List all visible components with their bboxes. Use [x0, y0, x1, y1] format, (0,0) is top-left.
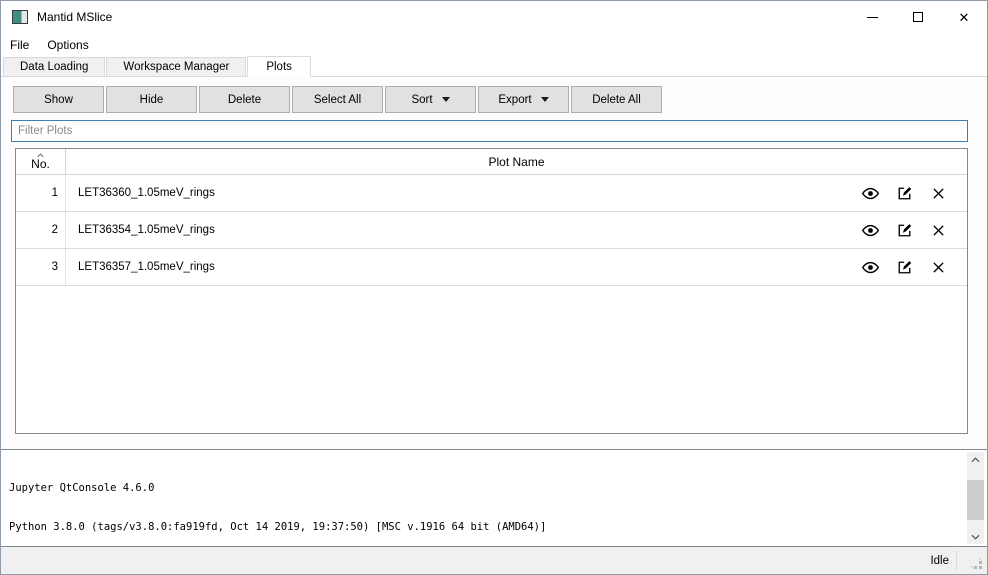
show-plot-button[interactable]: [862, 259, 879, 276]
chevron-up-icon: [971, 457, 980, 463]
close-button[interactable]: ✕: [941, 1, 987, 33]
close-icon: ✕: [959, 11, 970, 24]
ipython-console[interactable]: Jupyter QtConsole 4.6.0 Python 3.8.0 (ta…: [1, 449, 987, 547]
scrollbar-thumb[interactable]: [967, 480, 984, 520]
plots-toolbar: Show Hide Delete Select All Sort Export …: [13, 86, 662, 113]
rename-plot-button[interactable]: [896, 185, 913, 202]
close-icon: [932, 261, 945, 274]
menu-bar: File Options: [1, 33, 987, 56]
scroll-up-button[interactable]: [967, 452, 984, 467]
close-plot-button[interactable]: [930, 259, 947, 276]
hide-button[interactable]: Hide: [106, 86, 197, 113]
close-plot-button[interactable]: [930, 185, 947, 202]
status-bar: Idle: [1, 547, 987, 574]
edit-icon: [897, 260, 912, 275]
app-icon: [12, 10, 28, 24]
row-number: 2: [16, 212, 66, 248]
status-label: Idle: [930, 555, 949, 567]
chevron-down-icon: [442, 97, 450, 102]
delete-all-button[interactable]: Delete All: [571, 86, 662, 113]
show-plot-button[interactable]: [862, 185, 879, 202]
plot-name: LET36360_1.05meV_rings: [66, 187, 862, 199]
delete-button[interactable]: Delete: [199, 86, 290, 113]
row-number: 3: [16, 249, 66, 285]
console-scrollbar[interactable]: [967, 452, 984, 544]
menu-file[interactable]: File: [1, 35, 38, 55]
export-dropdown-button[interactable]: Export: [478, 86, 569, 113]
console-line: Python 3.8.0 (tags/v3.8.0:fa919fd, Oct 1…: [9, 521, 963, 534]
menu-options[interactable]: Options: [38, 35, 97, 55]
row-number: 1: [16, 175, 66, 211]
column-header-no[interactable]: No.: [16, 149, 66, 174]
filter-plots-input[interactable]: [11, 120, 968, 142]
tab-workspace-manager[interactable]: Workspace Manager: [106, 57, 246, 76]
rename-plot-button[interactable]: [896, 259, 913, 276]
eye-icon: [862, 224, 879, 237]
close-icon: [932, 224, 945, 237]
plots-table: No. Plot Name 1 LET36360_1.05meV_rings 2…: [15, 148, 968, 434]
tab-bar: Data Loading Workspace Manager Plots: [1, 56, 987, 77]
maximize-icon: [913, 12, 923, 22]
resize-grip-icon[interactable]: [970, 557, 983, 570]
sort-dropdown-button[interactable]: Sort: [385, 86, 476, 113]
plot-name: LET36357_1.05meV_rings: [66, 261, 862, 273]
console-line: Jupyter QtConsole 4.6.0: [9, 482, 963, 495]
statusbar-divider: [956, 551, 957, 570]
column-header-plot-name[interactable]: Plot Name: [66, 155, 967, 169]
window-title: Mantid MSlice: [37, 10, 112, 24]
scroll-down-button[interactable]: [967, 529, 984, 544]
tab-data-loading[interactable]: Data Loading: [3, 57, 105, 76]
eye-icon: [862, 187, 879, 200]
close-icon: [932, 187, 945, 200]
edit-icon: [897, 186, 912, 201]
table-row[interactable]: 3 LET36357_1.05meV_rings: [16, 249, 967, 286]
rename-plot-button[interactable]: [896, 222, 913, 239]
close-plot-button[interactable]: [930, 222, 947, 239]
tab-plots[interactable]: Plots: [247, 56, 311, 77]
show-button[interactable]: Show: [13, 86, 104, 113]
eye-icon: [862, 261, 879, 274]
edit-icon: [897, 223, 912, 238]
plots-tab-panel: Show Hide Delete Select All Sort Export …: [1, 77, 987, 449]
plot-name: LET36354_1.05meV_rings: [66, 224, 862, 236]
table-row[interactable]: 2 LET36354_1.05meV_rings: [16, 212, 967, 249]
table-row[interactable]: 1 LET36360_1.05meV_rings: [16, 175, 967, 212]
select-all-button[interactable]: Select All: [292, 86, 383, 113]
app-window: Mantid MSlice ✕ File Options Data Loadin…: [0, 0, 988, 575]
chevron-down-icon: [971, 534, 980, 540]
maximize-button[interactable]: [895, 1, 941, 33]
title-bar: Mantid MSlice ✕: [1, 1, 987, 33]
chevron-down-icon: [541, 97, 549, 102]
minimize-icon: [867, 17, 878, 18]
table-header: No. Plot Name: [16, 149, 967, 175]
minimize-button[interactable]: [849, 1, 895, 33]
show-plot-button[interactable]: [862, 222, 879, 239]
